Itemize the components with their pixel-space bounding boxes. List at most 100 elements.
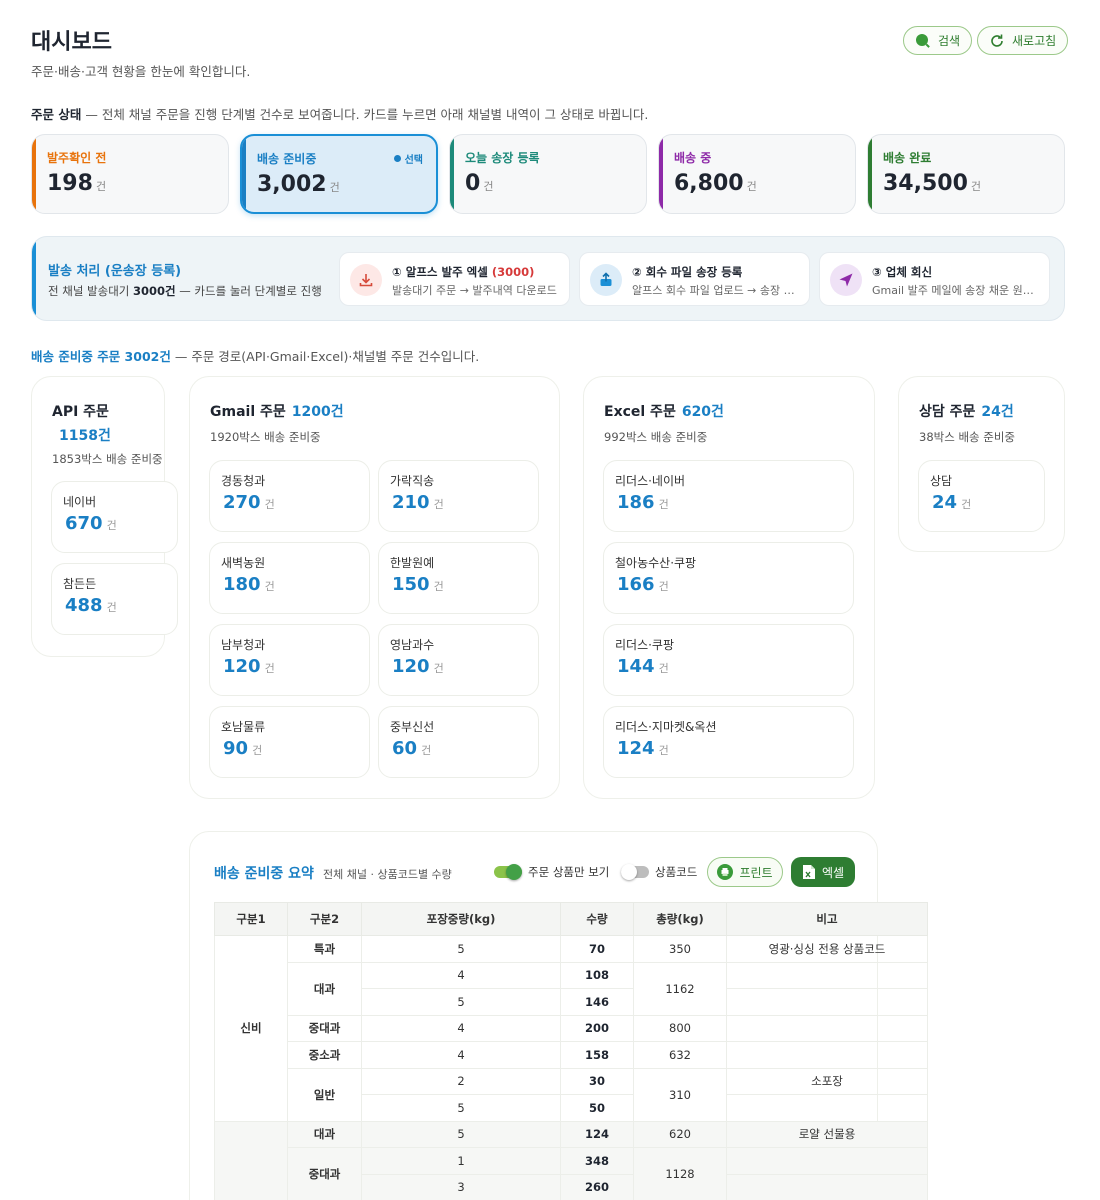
channel-tile[interactable]: 철아농수산·쿠팡 166 건: [603, 542, 854, 614]
status-card-label: 오늘 송장 등록: [465, 151, 540, 165]
group-cell: [214, 1120, 288, 1200]
channel-tile[interactable]: 리더스·지마켓&옥션 124 건: [603, 706, 854, 778]
weight-cell: 4: [361, 961, 561, 989]
channel-tile-value: 60 건: [392, 738, 431, 759]
status-card-unit: 건: [329, 181, 340, 194]
note-cell: [726, 1041, 928, 1069]
channel-tile[interactable]: 영남과수 120 건: [378, 624, 539, 696]
channel-tile-unit: 건: [433, 662, 444, 675]
channel-tile-name: 가락직송: [390, 474, 435, 488]
channel-tile[interactable]: 상담 24 건: [918, 460, 1045, 532]
note-cell: [726, 1094, 928, 1122]
printer-icon: [717, 864, 734, 880]
channel-tile[interactable]: 호남물류 90 건: [209, 706, 370, 778]
channel-tile-number: 270: [223, 492, 261, 513]
process-step-card[interactable]: ① 알프스 발주 엑셀 (3000) 발송대기 주문 → 발주내역 다운로드: [339, 252, 570, 306]
group-cell: 신비: [214, 935, 288, 1122]
channel-tile[interactable]: 네이버 670 건: [51, 481, 178, 553]
status-card[interactable]: 배송 준비중 3,002 건 선택: [240, 134, 438, 214]
channel-tile-number: 670: [65, 513, 103, 534]
api-orders-panel: API 주문 1158건 1853박스 배송 준비중 네이버 670 건 참든든 488…: [31, 376, 178, 657]
process-step-title: ③ 업체 회신: [872, 265, 933, 279]
channel-tile-value: 24 건: [932, 492, 971, 513]
weight-cell: 5: [361, 1094, 561, 1122]
note-cell: [726, 1173, 928, 1200]
channel-tile[interactable]: 리더스·쿠팡 144 건: [603, 624, 854, 696]
channel-tile[interactable]: 경동청과 270 건: [209, 460, 370, 532]
note-cell: [726, 988, 928, 1016]
channel-tile-value: 150 건: [392, 574, 444, 595]
table-header-cell: 비고: [726, 902, 928, 936]
qty-cell: 260: [560, 1173, 634, 1200]
status-card[interactable]: 배송 완료 34,500 건: [867, 134, 1065, 214]
channel-tile-unit: 건: [264, 580, 275, 593]
channel-tile-name: 참든든: [63, 577, 97, 591]
channel-tile-unit: 건: [433, 498, 444, 511]
status-card-number: 198: [47, 171, 93, 196]
ordered-only-toggle[interactable]: 주문 상품만 보기: [494, 864, 609, 880]
selected-badge: 선택: [393, 151, 423, 166]
process-step-card[interactable]: ③ 업체 회신 Gmail 발주 메일에 송장 채운 원본 회신: [819, 252, 1050, 306]
channel-tile-value: 120 건: [223, 656, 275, 677]
status-card[interactable]: 오늘 송장 등록 0 건: [449, 134, 647, 214]
qty-cell: 124: [560, 1120, 634, 1148]
channel-tile[interactable]: 리더스·네이버 186 건: [603, 460, 854, 532]
qty-cell: 146: [560, 988, 634, 1016]
product-code-switch[interactable]: [621, 864, 649, 880]
status-card[interactable]: 발주확인 전 198 건: [31, 134, 229, 214]
ordered-only-switch[interactable]: [494, 864, 522, 880]
channel-tile[interactable]: 가락직송 210 건: [378, 460, 539, 532]
print-button-label: 프린트: [739, 865, 773, 880]
channel-tile-number: 150: [392, 574, 430, 595]
search-button[interactable]: 검색: [903, 26, 973, 55]
channel-tile-name: 영남과수: [390, 638, 435, 652]
excel-panel-sub: 992박스 배송 준비중: [604, 430, 708, 444]
excel-orders-panel: Excel 주문 620건 992박스 배송 준비중 리더스·네이버 186 건 철아농…: [583, 376, 875, 799]
table-row: 대과 4 108 1162: [215, 961, 928, 1016]
subgroup-cell: 중대과: [287, 1147, 362, 1200]
channel-tile-name: 상담: [930, 474, 953, 488]
channel-tile[interactable]: 새벽농원 180 건: [209, 542, 370, 614]
channel-tile[interactable]: 남부청과 120 건: [209, 624, 370, 696]
channel-section-heading: 배송 준비중 주문 3002건 — 주문 경로(API·Gmail·Excel)…: [31, 346, 479, 365]
process-step-card[interactable]: ② 회수 파일 송장 등록 알프스 회수 파일 업로드 → 송장 등록: [579, 252, 810, 306]
status-card-label: 발주확인 전: [47, 151, 107, 165]
channel-tile-number: 90: [223, 738, 249, 759]
total-cell: 1162: [633, 961, 727, 1016]
excel-file-icon: [802, 865, 815, 879]
channel-tile-number: 124: [617, 738, 655, 759]
table-row: 중대과 1 348 1128: [215, 1147, 928, 1200]
channel-tile[interactable]: 한발원예 150 건: [378, 542, 539, 614]
channel-tile-number: 166: [617, 574, 655, 595]
status-card-accent: [32, 135, 36, 213]
excel-button[interactable]: 엑셀: [791, 857, 855, 887]
upload-icon: [590, 264, 622, 296]
excel-button-label: 엑셀: [821, 865, 845, 880]
channel-tile[interactable]: 참든든 488 건: [51, 563, 178, 635]
process-step-desc: 발송대기 주문 → 발주내역 다운로드: [392, 284, 557, 297]
channel-tile-unit: 건: [658, 744, 669, 757]
channel-tile-name: 중부신선: [390, 720, 435, 734]
product-code-toggle[interactable]: 상품코드: [621, 864, 697, 880]
status-card-label: 배송 준비중: [257, 152, 317, 166]
channel-tile-name: 호남물류: [221, 720, 266, 734]
page-title: 대시보드: [31, 30, 112, 55]
order-status-label: 주문 상태: [31, 107, 82, 122]
subgroup-cell: 일반: [287, 1067, 362, 1122]
channel-tile-number: 120: [223, 656, 261, 677]
note-cell: [726, 1014, 928, 1042]
status-card-unit: 건: [483, 180, 494, 193]
qty-cell: 70: [560, 935, 634, 963]
channel-tile[interactable]: 중부신선 60 건: [378, 706, 539, 778]
table-header-cell: 수량: [560, 902, 634, 936]
channel-tile-number: 488: [65, 595, 103, 616]
status-card[interactable]: 배송 중 6,800 건: [658, 134, 856, 214]
channel-tile-unit: 건: [433, 580, 444, 593]
subgroup-cell: 중소과: [287, 1041, 362, 1069]
refresh-button[interactable]: 새로고침: [977, 26, 1069, 55]
shipping-process-panel: 발송 처리 (운송장 등록) 전 채널 발송대기 3000건 — 카드를 눌러 …: [31, 236, 1065, 321]
process-step-title: ① 알프스 발주 엑셀 (3000): [392, 265, 535, 279]
print-button[interactable]: 프린트: [707, 857, 783, 887]
status-card-accent: [659, 135, 663, 213]
status-card-unit: 건: [95, 180, 107, 193]
